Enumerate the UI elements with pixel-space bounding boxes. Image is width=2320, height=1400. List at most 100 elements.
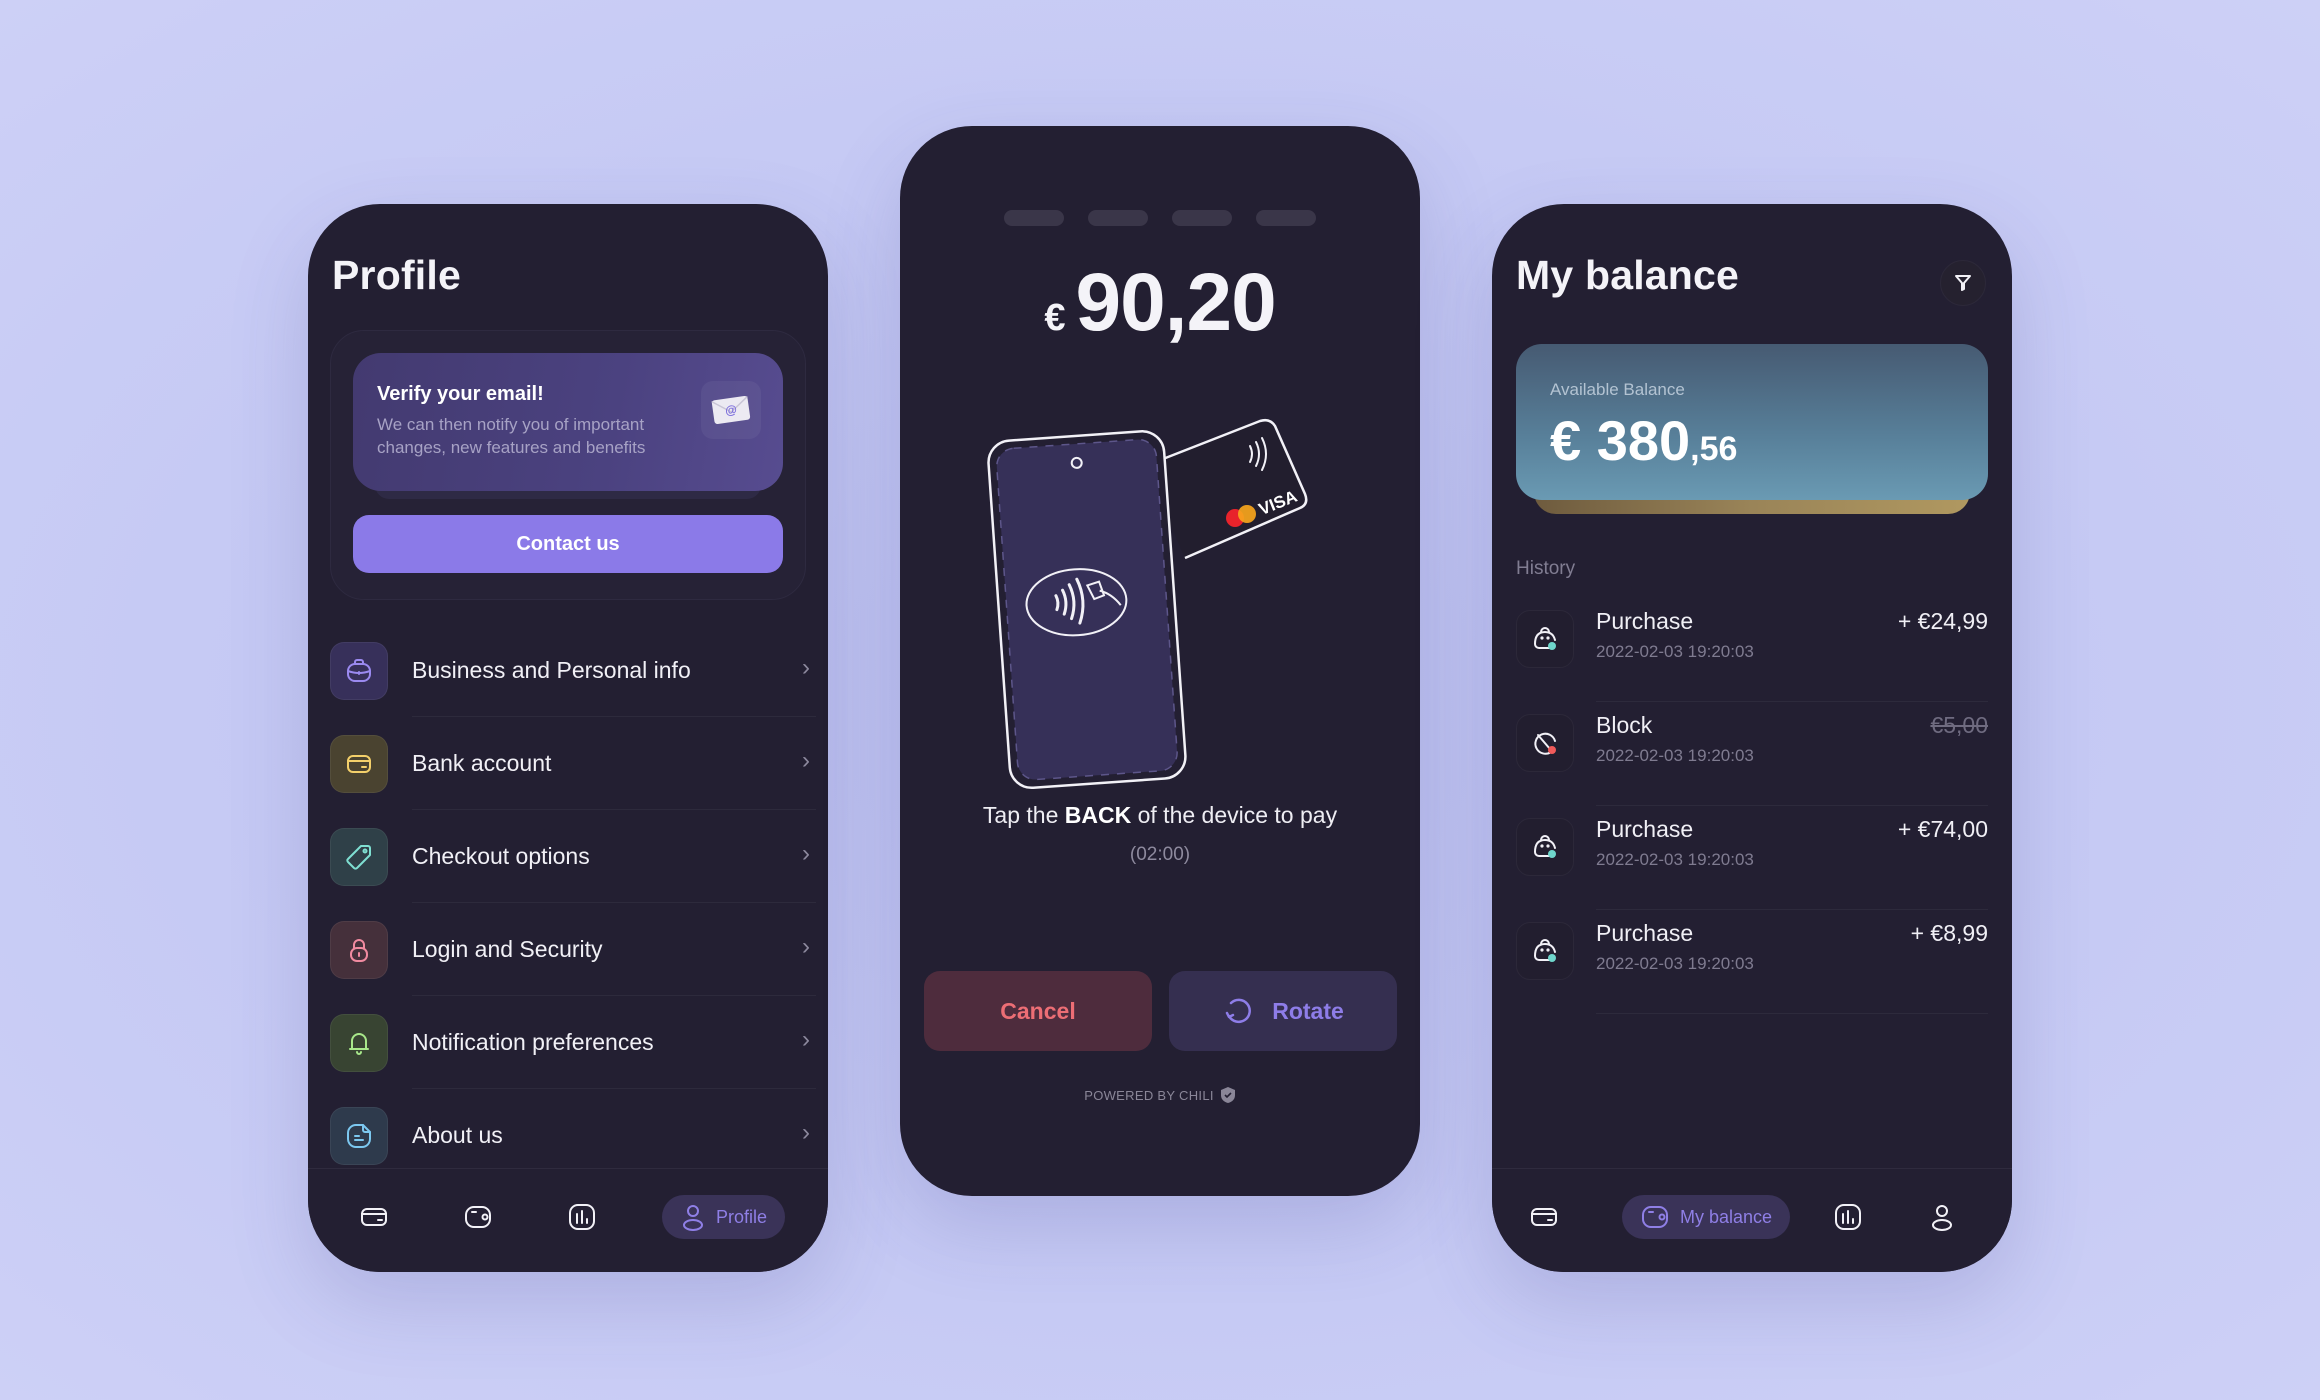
balance-main: € 380 bbox=[1550, 409, 1691, 472]
transaction-amount: €5,00 bbox=[1930, 712, 1988, 738]
divider bbox=[1596, 1013, 1988, 1014]
envelope-at-icon: @ bbox=[701, 381, 761, 439]
tab-label: My balance bbox=[1680, 1206, 1773, 1227]
chevron-right-icon: › bbox=[802, 747, 810, 774]
cancel-button[interactable]: Cancel bbox=[924, 971, 1152, 1051]
menu-item-label: Business and Personal info bbox=[412, 657, 691, 683]
balance-label: Available Balance bbox=[1550, 380, 1685, 399]
menu-item-login-security[interactable]: Login and Security › bbox=[330, 903, 816, 996]
menu-item-bank-account[interactable]: Bank account › bbox=[330, 717, 816, 810]
profile-screen: Profile Verify your email! We can then n… bbox=[308, 204, 828, 1272]
verify-description: We can then notify you of important chan… bbox=[377, 415, 646, 457]
step-dot bbox=[1004, 210, 1064, 226]
instruction-emphasis: BACK bbox=[1064, 802, 1132, 828]
svg-text:@: @ bbox=[724, 402, 738, 417]
transaction-amount: + €74,00 bbox=[1897, 816, 1988, 842]
transaction-date: 2022-02-03 19:20:03 bbox=[1596, 850, 1754, 869]
phone-illustration bbox=[987, 430, 1187, 790]
shopping-bag-icon bbox=[1516, 610, 1574, 668]
history-item[interactable]: Purchase 2022-02-03 19:20:03 + €8,99 bbox=[1516, 910, 1988, 1014]
step-dot bbox=[1172, 210, 1232, 226]
menu-item-notification-preferences[interactable]: Notification preferences › bbox=[330, 996, 816, 1089]
powered-by-footer: POWERED BY CHILI bbox=[900, 1086, 1420, 1104]
tab-wallet[interactable] bbox=[456, 1195, 500, 1239]
shopping-bag-icon bbox=[1516, 922, 1574, 980]
payment-amount: €90,20 bbox=[900, 256, 1420, 350]
tab-cards[interactable] bbox=[1522, 1195, 1566, 1239]
document-icon bbox=[330, 1106, 388, 1165]
tab-profile[interactable]: Profile bbox=[662, 1195, 786, 1239]
profile-icon bbox=[683, 1205, 703, 1231]
contact-us-button[interactable]: Contact us bbox=[353, 515, 783, 573]
chevron-right-icon: › bbox=[802, 1026, 810, 1053]
rotate-button[interactable]: Rotate bbox=[1169, 971, 1397, 1051]
verify-email-panel: Verify your email! We can then notify yo… bbox=[330, 330, 806, 600]
tab-cards[interactable] bbox=[352, 1195, 396, 1239]
currency-symbol: € bbox=[1044, 297, 1066, 339]
transaction-name: Purchase bbox=[1596, 920, 1694, 946]
verify-email-card[interactable]: Verify your email! We can then notify yo… bbox=[353, 353, 783, 491]
chart-icon bbox=[569, 1204, 595, 1230]
instruction-text: Tap the bbox=[982, 802, 1065, 828]
tap-to-pay-screen: €90,20 VISA Tap the BACK of the device t… bbox=[900, 126, 1420, 1196]
history-item[interactable]: Purchase 2022-02-03 19:20:03 + €24,99 bbox=[1516, 598, 1988, 702]
tag-icon bbox=[330, 827, 388, 886]
menu-item-label: Checkout options bbox=[412, 843, 590, 869]
menu-item-label: About us bbox=[412, 1122, 503, 1148]
countdown-timer: (02:00) bbox=[1129, 844, 1191, 865]
wallet-icon bbox=[465, 1206, 491, 1228]
profile-menu: Business and Personal info › Bank accoun… bbox=[330, 624, 816, 1182]
balance-screen: My balance Available Balance € 380,56 Hi… bbox=[1492, 204, 2012, 1272]
transaction-name: Purchase bbox=[1596, 816, 1694, 842]
step-dot bbox=[1256, 210, 1316, 226]
history-item[interactable]: Purchase 2022-02-03 19:20:03 + €74,00 bbox=[1516, 806, 1988, 910]
tab-stats[interactable] bbox=[1826, 1195, 1870, 1239]
tap-instruction: Tap the BACK of the device to pay bbox=[900, 802, 1420, 829]
step-dot bbox=[1088, 210, 1148, 226]
balance-card: Available Balance € 380,56 bbox=[1516, 344, 1988, 500]
briefcase-icon bbox=[330, 641, 388, 700]
shopping-bag-icon bbox=[1516, 818, 1574, 876]
history-item[interactable]: Block 2022-02-03 19:20:03 €5,00 bbox=[1516, 702, 1988, 806]
chart-icon bbox=[1835, 1204, 1861, 1230]
verify-title: Verify your email! bbox=[377, 383, 544, 405]
card-icon bbox=[1531, 1208, 1557, 1226]
tab-profile[interactable] bbox=[1920, 1195, 1964, 1239]
profile-icon bbox=[1932, 1205, 1952, 1231]
powered-by-text: POWERED BY CHILI bbox=[1084, 1087, 1214, 1103]
transaction-date: 2022-02-03 19:20:03 bbox=[1596, 642, 1754, 661]
menu-item-business-info[interactable]: Business and Personal info › bbox=[330, 624, 816, 717]
chevron-right-icon: › bbox=[802, 654, 810, 681]
step-indicator bbox=[900, 210, 1420, 226]
menu-item-checkout-options[interactable]: Checkout options › bbox=[330, 810, 816, 903]
bottom-tab-bar: Profile bbox=[308, 1168, 828, 1272]
card-icon bbox=[330, 734, 388, 793]
shield-check-icon bbox=[1220, 1087, 1235, 1103]
amount-value: 90,20 bbox=[1075, 257, 1276, 348]
chevron-right-icon: › bbox=[802, 933, 810, 960]
menu-item-label: Bank account bbox=[412, 750, 552, 776]
tab-label: Profile bbox=[716, 1206, 768, 1227]
chevron-right-icon: › bbox=[802, 840, 810, 867]
rotate-icon bbox=[1225, 998, 1252, 1024]
tab-my-balance[interactable]: My balance bbox=[1622, 1195, 1791, 1239]
tap-to-pay-illustration: VISA bbox=[987, 418, 1308, 790]
menu-item-label: Notification preferences bbox=[412, 1029, 654, 1055]
tab-stats[interactable] bbox=[560, 1195, 604, 1239]
page-title: My balance bbox=[1516, 252, 1740, 298]
bottom-tab-bar: My balance bbox=[1492, 1168, 2012, 1272]
page-title: Profile bbox=[332, 252, 461, 298]
menu-item-label: Login and Security bbox=[412, 936, 603, 962]
balance-amount: € 380,56 bbox=[1550, 408, 1737, 473]
history-list: Purchase 2022-02-03 19:20:03 + €24,99 Bl… bbox=[1516, 598, 1988, 1014]
transaction-date: 2022-02-03 19:20:03 bbox=[1596, 954, 1754, 973]
block-icon bbox=[1516, 714, 1574, 772]
transaction-amount: + €24,99 bbox=[1897, 608, 1988, 634]
chevron-right-icon: › bbox=[802, 1119, 810, 1146]
card-icon bbox=[361, 1208, 387, 1226]
filter-button[interactable] bbox=[1940, 260, 1986, 306]
rotate-label: Rotate bbox=[1272, 997, 1344, 1024]
transaction-name: Block bbox=[1596, 712, 1653, 738]
history-heading: History bbox=[1516, 558, 1576, 579]
filter-icon bbox=[1955, 275, 1971, 291]
